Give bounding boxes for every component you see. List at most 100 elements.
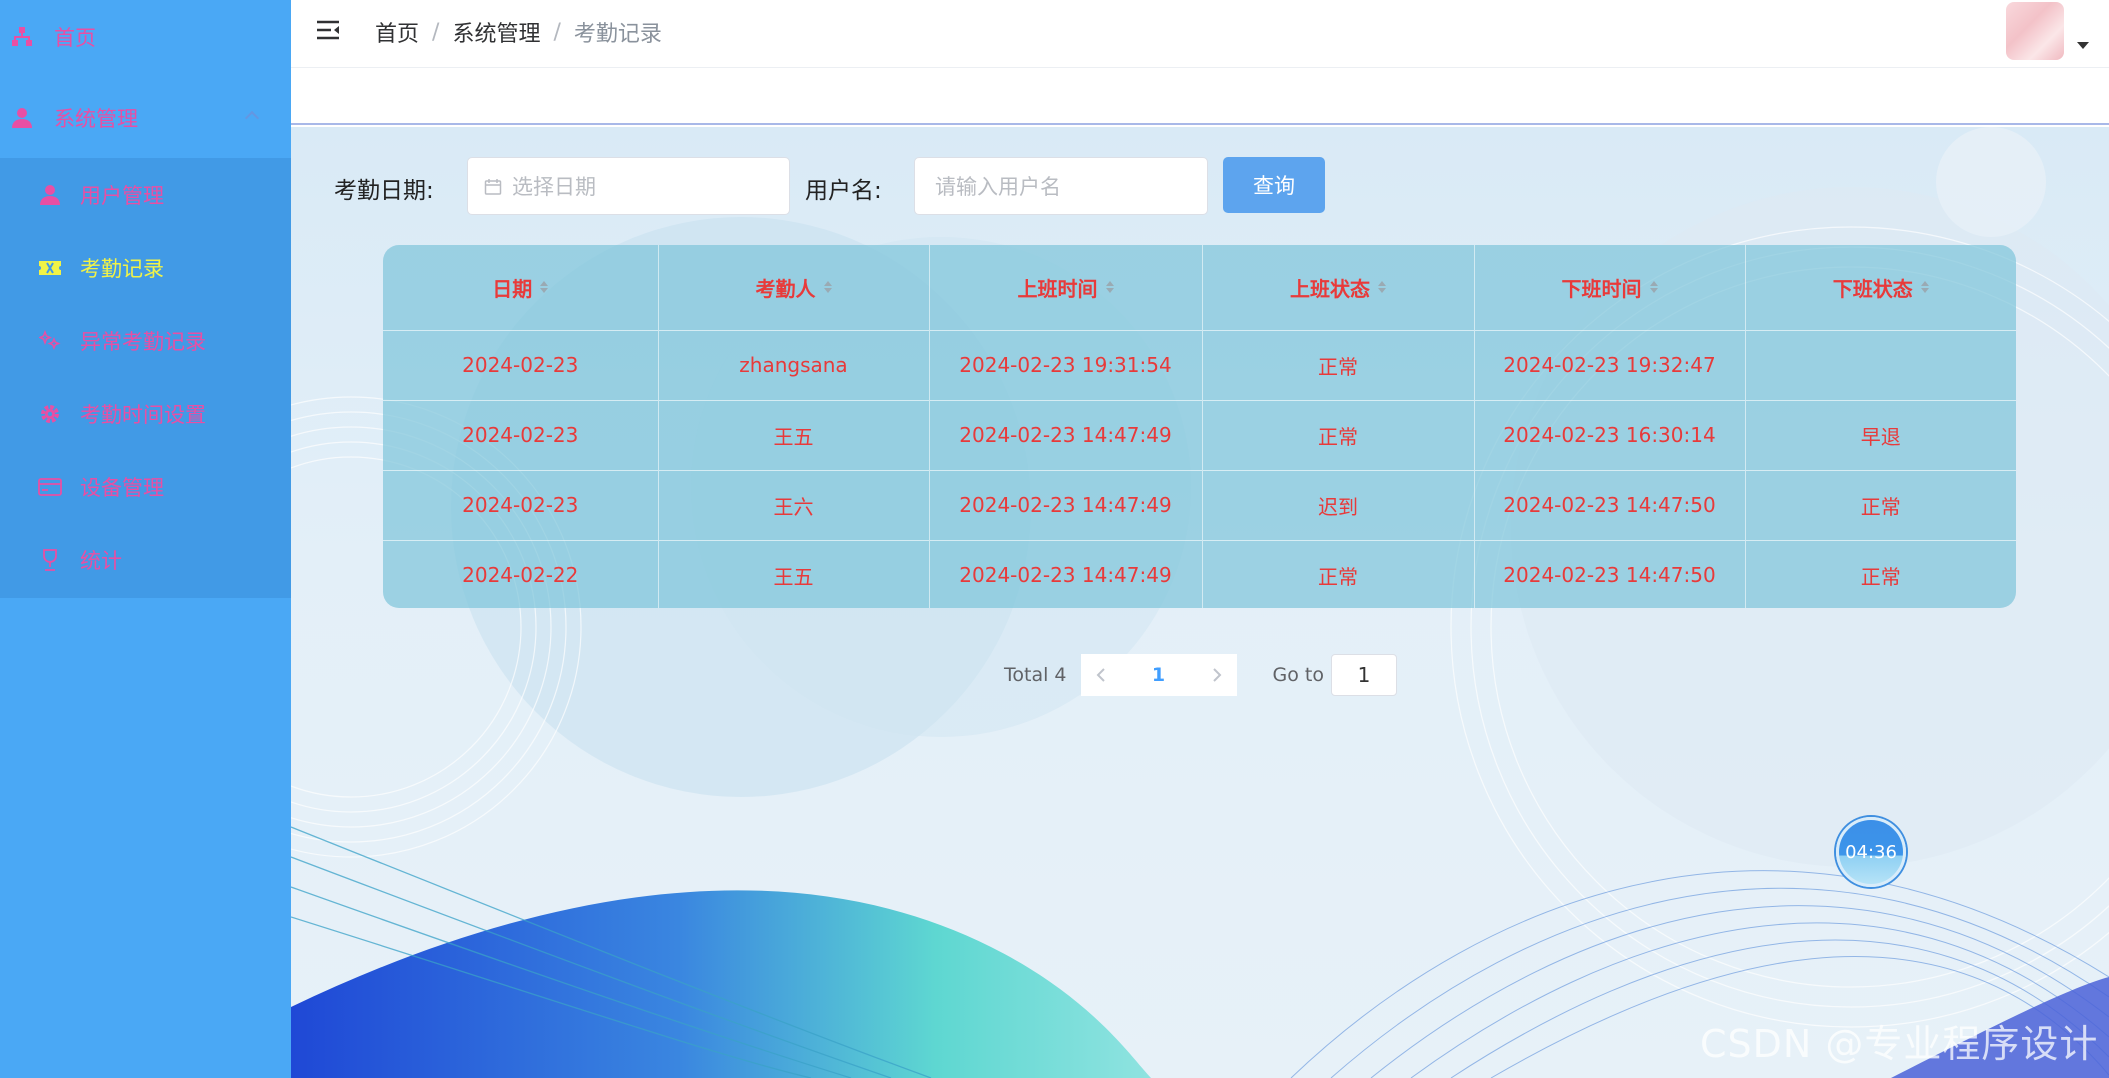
column-header-person[interactable]: 考勤人 xyxy=(658,245,930,330)
sidebar-item-abnormal-records[interactable]: 异常考勤记录 xyxy=(0,304,291,378)
table-cell: 正常 xyxy=(1202,539,1475,608)
attendance-table: 日期 考勤人 上班时间 上班状态 下班时间 下班状态 2024-02-23 zh… xyxy=(383,245,2016,608)
table-row[interactable]: 2024-02-23 王五 2024-02-23 14:47:49 正常 202… xyxy=(383,399,2016,470)
column-header-date[interactable]: 日期 xyxy=(383,245,659,330)
sort-icon[interactable] xyxy=(823,281,832,294)
goto-label: Go to xyxy=(1272,664,1324,686)
pagination: Total 4 1 Go to 1 xyxy=(1004,653,1397,697)
table-cell: 王六 xyxy=(658,469,930,540)
table-cell: 正常 xyxy=(1745,539,2016,608)
sidebar-item-attendance-time-settings[interactable]: 考勤时间设置 xyxy=(0,377,291,451)
breadcrumb-separator: / xyxy=(432,19,440,45)
column-header-checkout-status[interactable]: 下班状态 xyxy=(1745,245,2016,330)
date-label: 考勤日期: xyxy=(334,178,434,204)
next-page-button[interactable] xyxy=(1196,654,1237,696)
sort-icon[interactable] xyxy=(1920,281,1929,294)
table-cell: 2024-02-23 xyxy=(383,399,659,470)
column-header-checkin-status[interactable]: 上班状态 xyxy=(1202,245,1475,330)
sidebar-item-statistics[interactable]: 统计 xyxy=(0,523,291,597)
table-cell: 正常 xyxy=(1202,399,1475,470)
table-cell: 2024-02-23 14:47:50 xyxy=(1474,539,1746,608)
table-cell: 2024-02-23 14:47:49 xyxy=(929,539,1203,608)
sort-icon[interactable] xyxy=(1378,281,1386,294)
sidebar-item-label: 异常考勤记录 xyxy=(80,330,206,354)
username-input[interactable]: 请输入用户名 xyxy=(914,157,1208,215)
chevron-left-icon xyxy=(1096,668,1105,682)
table-cell: zhangsana xyxy=(658,329,930,400)
table-cell: 正常 xyxy=(1745,469,2016,540)
table-cell: 迟到 xyxy=(1202,469,1475,540)
sidebar-item-attendance-records[interactable]: 考勤记录 xyxy=(0,231,291,305)
column-label: 考勤人 xyxy=(755,276,816,301)
watermark: CSDN @专业程序设计 xyxy=(1700,1022,2099,1066)
column-label: 上班时间 xyxy=(1017,276,1098,301)
top-header: 首页 / 系统管理 / 考勤记录 xyxy=(291,0,2109,68)
table-row[interactable]: 2024-02-23 王六 2024-02-23 14:47:49 迟到 202… xyxy=(383,469,2016,540)
search-bar: 考勤日期: 选择日期 用户名: 请输入用户名 查询 xyxy=(291,157,1491,215)
table-cell: 2024-02-23 16:30:14 xyxy=(1474,399,1746,470)
sidebar: 首页 系统管理 用户管理 考勤记录 异常考勤记录 考勤时间设置 设备管理 统计 xyxy=(0,0,291,1078)
sidebar-item-label: 考勤记录 xyxy=(80,257,164,281)
caret-down-icon[interactable] xyxy=(2077,42,2089,49)
table-cell: 王五 xyxy=(658,399,930,470)
timer-badge[interactable]: 04:36 xyxy=(1836,817,1906,887)
table-cell: 2024-02-23 19:31:54 xyxy=(929,329,1203,400)
sidebar-item-label: 首页 xyxy=(54,26,96,50)
main-content: 考勤日期: 选择日期 用户名: 请输入用户名 查询 日期 考勤人 上班时间 上班… xyxy=(291,127,2109,1078)
calendar-icon xyxy=(484,177,502,195)
column-label: 日期 xyxy=(492,276,533,301)
username-placeholder: 请输入用户名 xyxy=(935,175,1061,199)
collapse-menu-icon[interactable] xyxy=(315,18,341,42)
date-picker[interactable]: 选择日期 xyxy=(467,157,790,215)
user-icon xyxy=(10,106,34,130)
sidebar-item-device-management[interactable]: 设备管理 xyxy=(0,450,291,524)
ticket-icon xyxy=(38,256,62,280)
breadcrumb-item-system-management[interactable]: 系统管理 xyxy=(452,16,540,48)
submenu-system-management: 用户管理 考勤记录 异常考勤记录 考勤时间设置 设备管理 统计 xyxy=(0,158,291,598)
date-placeholder: 选择日期 xyxy=(512,175,596,199)
sidebar-item-user-management[interactable]: 用户管理 xyxy=(0,158,291,232)
table-cell: 正常 xyxy=(1202,329,1475,400)
query-button[interactable]: 查询 xyxy=(1223,157,1325,213)
column-header-checkout-time[interactable]: 下班时间 xyxy=(1474,245,1746,330)
sidebar-item-home[interactable]: 首页 xyxy=(0,0,291,74)
goto-page-input[interactable]: 1 xyxy=(1330,654,1397,696)
username-label: 用户名: xyxy=(805,178,882,204)
table-cell: 2024-02-23 14:47:50 xyxy=(1474,469,1746,540)
chevron-right-icon xyxy=(1212,668,1221,682)
column-label: 下班时间 xyxy=(1561,276,1642,301)
table-cell: 2024-02-23 xyxy=(383,329,659,400)
sort-icon[interactable] xyxy=(1649,281,1658,294)
table-header-row: 日期 考勤人 上班时间 上班状态 下班时间 下班状态 xyxy=(383,245,2016,330)
breadcrumb: 首页 / 系统管理 / 考勤记录 xyxy=(375,16,662,48)
chevron-up-icon xyxy=(244,110,260,126)
sparkle-icon xyxy=(38,329,62,353)
column-header-checkin-time[interactable]: 上班时间 xyxy=(929,245,1203,330)
avatar[interactable] xyxy=(2006,2,2064,60)
sitemap-icon xyxy=(10,25,34,49)
sidebar-item-system-management[interactable]: 系统管理 xyxy=(0,81,291,155)
breadcrumb-separator: / xyxy=(553,19,561,45)
trophy-icon xyxy=(38,548,62,572)
sort-icon[interactable] xyxy=(1105,281,1114,294)
gear-icon xyxy=(38,402,62,426)
sidebar-item-label: 系统管理 xyxy=(54,107,138,131)
prev-page-button[interactable] xyxy=(1080,654,1121,696)
table-cell: 2024-02-23 14:47:49 xyxy=(929,399,1203,470)
breadcrumb-item-home[interactable]: 首页 xyxy=(375,16,419,48)
page-number[interactable]: 1 xyxy=(1120,654,1197,696)
user-icon xyxy=(38,183,62,207)
sidebar-item-label: 用户管理 xyxy=(80,184,164,208)
table-row[interactable]: 2024-02-23 zhangsana 2024-02-23 19:31:54… xyxy=(383,329,2016,400)
sidebar-item-label: 考勤时间设置 xyxy=(80,403,206,427)
pagination-total: Total 4 xyxy=(1004,664,1067,686)
column-label: 上班状态 xyxy=(1290,276,1370,301)
table-cell: 2024-02-23 14:47:49 xyxy=(929,469,1203,540)
table-cell: 2024-02-22 xyxy=(383,539,659,608)
table-row[interactable]: 2024-02-22 王五 2024-02-23 14:47:49 正常 202… xyxy=(383,539,2016,608)
sidebar-item-label: 统计 xyxy=(80,549,122,573)
sort-icon[interactable] xyxy=(540,281,549,294)
table-cell xyxy=(1745,329,2016,400)
sidebar-item-label: 设备管理 xyxy=(80,476,164,500)
column-label: 下班状态 xyxy=(1832,276,1913,301)
